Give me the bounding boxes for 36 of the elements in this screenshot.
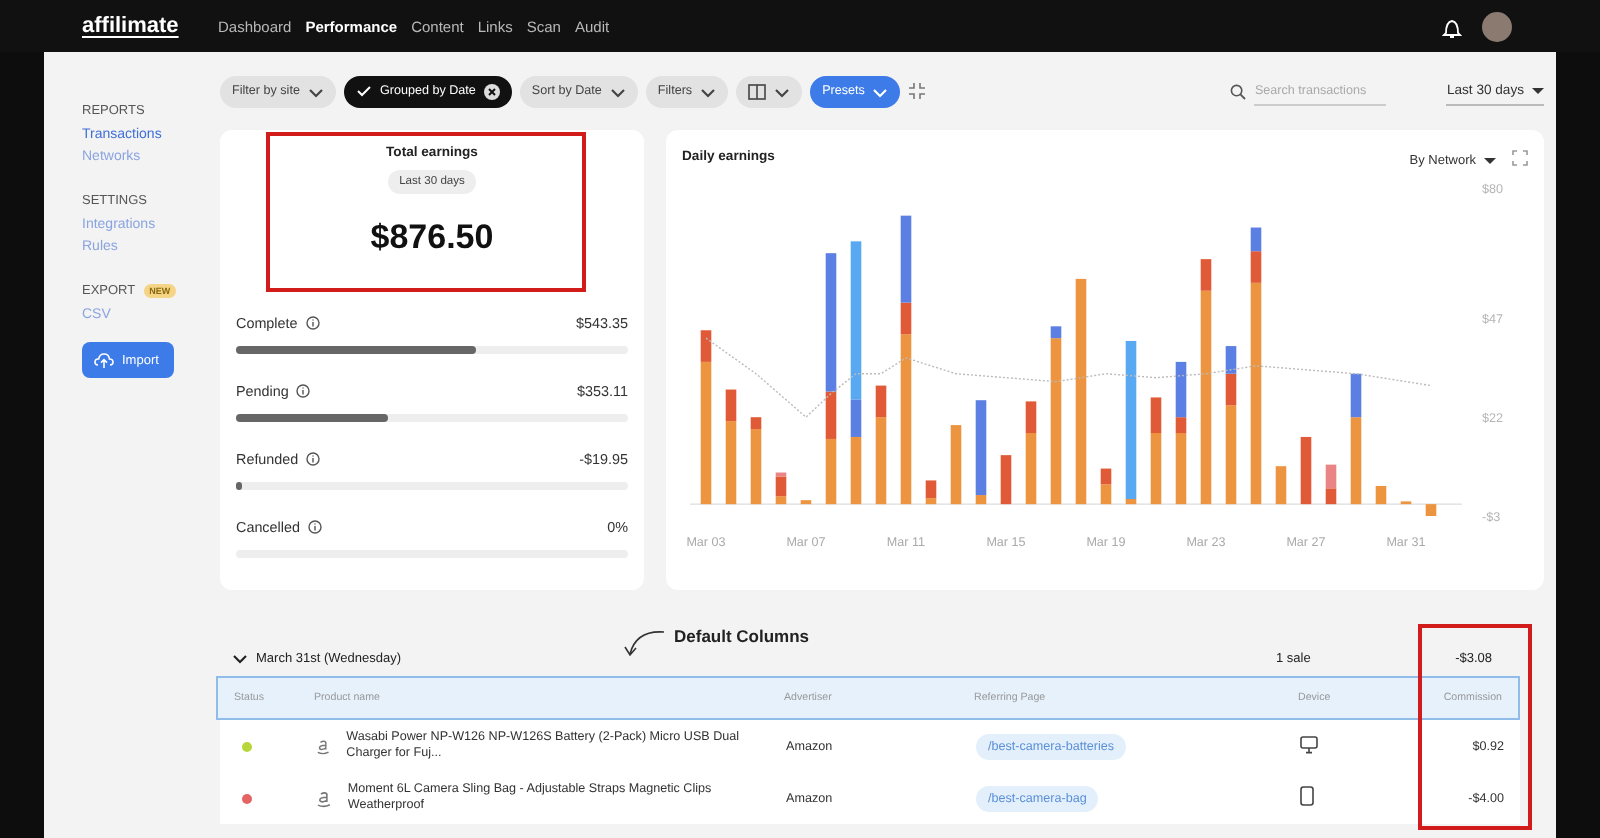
annotation-text: Default Columns [674, 626, 810, 646]
bell-icon[interactable] [1442, 15, 1462, 37]
chevron-down-icon[interactable] [232, 651, 248, 667]
store-logo-icon [316, 788, 332, 808]
chart-bar [1275, 466, 1287, 505]
chart-bar [800, 500, 812, 505]
collapse-icon[interactable] [908, 82, 927, 100]
store-logo-icon [316, 736, 331, 756]
check-icon [355, 84, 372, 98]
phone-icon [1300, 786, 1314, 806]
info-icon [306, 452, 321, 466]
chart-bar [1000, 455, 1012, 505]
app-logo[interactable]: affilimate [82, 14, 218, 38]
chevron-down-icon [774, 85, 791, 97]
chart-bar [1300, 436, 1312, 505]
cloud-upload-icon [94, 351, 114, 369]
caret-down-icon [1532, 85, 1544, 95]
chevron-down-icon [307, 85, 324, 97]
total-amount: $876.50 [370, 218, 494, 258]
caret-down-icon [1484, 156, 1496, 166]
chevron-down-icon [609, 85, 626, 97]
curved-arrow-icon [620, 626, 668, 658]
monitor-icon [1300, 735, 1318, 753]
info-icon [305, 316, 320, 330]
clear-icon [483, 83, 500, 99]
columns-dropdown[interactable] [736, 75, 803, 107]
chart-bar [950, 425, 962, 505]
info-icon [296, 384, 311, 398]
chevron-down-icon [872, 85, 889, 97]
chevron-down-icon [700, 85, 717, 97]
search-icon [1230, 83, 1247, 99]
chart-bar [1425, 504, 1437, 516]
avatar[interactable] [1482, 11, 1512, 41]
info-icon [307, 520, 322, 534]
columns-icon [748, 83, 767, 99]
chart-bar [1375, 485, 1387, 505]
